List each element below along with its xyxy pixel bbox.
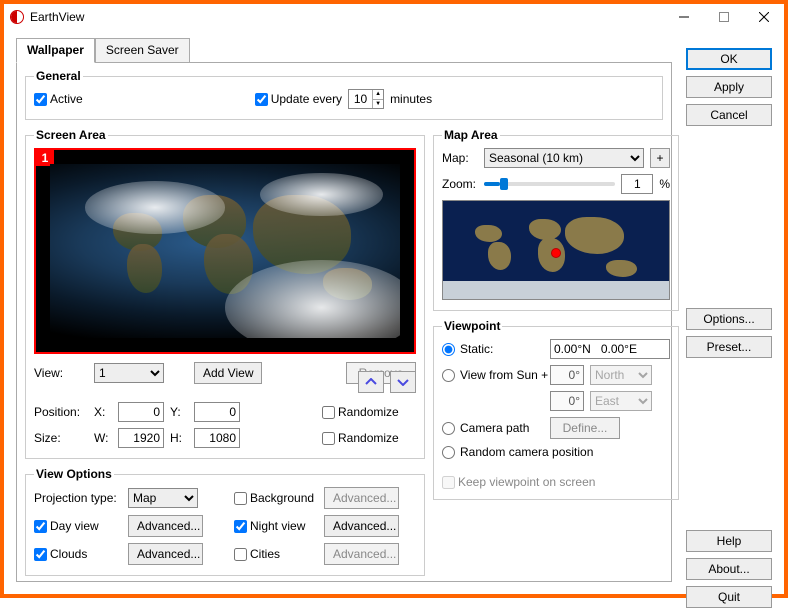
map-area-legend: Map Area	[442, 128, 500, 142]
unit-label: minutes	[390, 92, 432, 106]
group-screen-area: Screen Area 1	[25, 128, 425, 459]
clouds-advanced-button[interactable]: Advanced...	[128, 543, 203, 565]
sun-dir2-select: East	[590, 391, 652, 411]
background-checkbox[interactable]: Background	[234, 491, 324, 505]
position-label: Position:	[34, 405, 94, 419]
group-map-area: Map Area Map: Seasonal (10 km) + Zoom: %	[433, 128, 679, 311]
define-button: Define...	[550, 417, 620, 439]
view-select[interactable]: 1	[94, 363, 164, 383]
clouds-checkbox[interactable]: Clouds	[34, 547, 128, 561]
about-button[interactable]: About...	[686, 558, 772, 580]
screen-preview[interactable]: 1	[34, 148, 416, 354]
update-every-checkbox[interactable]: Update every	[255, 92, 342, 106]
zoom-label: Zoom:	[442, 177, 478, 191]
minimize-button[interactable]	[664, 4, 704, 30]
interval-spin-down-icon[interactable]: ▼	[373, 99, 383, 109]
w-label: W:	[94, 431, 118, 445]
move-up-button[interactable]	[358, 371, 384, 393]
background-advanced-button: Advanced...	[324, 487, 399, 509]
zoom-unit: %	[659, 177, 670, 191]
general-legend: General	[34, 69, 83, 83]
group-view-options: View Options Projection type: Map Backgr…	[25, 467, 425, 576]
day-advanced-button[interactable]: Advanced...	[128, 515, 203, 537]
zoom-input[interactable]	[621, 174, 653, 194]
map-add-button[interactable]: +	[650, 148, 670, 168]
app-icon	[10, 10, 24, 24]
map-label: Map:	[442, 151, 478, 165]
night-advanced-button[interactable]: Advanced...	[324, 515, 399, 537]
random-label: Random camera position	[460, 445, 670, 459]
size-randomize-checkbox[interactable]: Randomize	[322, 431, 416, 445]
viewpoint-legend: Viewpoint	[442, 319, 502, 333]
apply-button[interactable]: Apply	[686, 76, 772, 98]
static-label: Static:	[460, 342, 550, 356]
random-radio[interactable]	[442, 446, 460, 459]
add-view-button[interactable]: Add View	[194, 362, 262, 384]
screen-area-legend: Screen Area	[34, 128, 108, 142]
active-checkbox[interactable]: Active	[34, 92, 83, 106]
options-button[interactable]: Options...	[686, 308, 772, 330]
h-label: H:	[170, 431, 194, 445]
close-button[interactable]	[744, 4, 784, 30]
map-select[interactable]: Seasonal (10 km)	[484, 148, 644, 168]
camera-label: Camera path	[460, 421, 550, 435]
static-input[interactable]	[550, 339, 670, 359]
cities-advanced-button: Advanced...	[324, 543, 399, 565]
group-viewpoint: Viewpoint Static: View from Sun + North	[433, 319, 679, 500]
static-radio[interactable]	[442, 343, 460, 356]
x-input[interactable]	[118, 402, 164, 422]
projection-select[interactable]: Map	[128, 488, 198, 508]
sun-dir1-select: North	[590, 365, 652, 385]
view-options-legend: View Options	[34, 467, 114, 481]
ok-button[interactable]: OK	[686, 48, 772, 70]
size-label: Size:	[34, 431, 94, 445]
y-label: Y:	[170, 405, 194, 419]
day-view-checkbox[interactable]: Day view	[34, 519, 128, 533]
h-input[interactable]	[194, 428, 240, 448]
sun-radio[interactable]	[442, 369, 460, 382]
y-input[interactable]	[194, 402, 240, 422]
camera-radio[interactable]	[442, 422, 460, 435]
sun-deg2-input	[550, 391, 584, 411]
cities-checkbox[interactable]: Cities	[234, 547, 324, 561]
view-label: View:	[34, 366, 94, 380]
zoom-slider[interactable]	[484, 182, 615, 186]
move-down-button[interactable]	[390, 371, 416, 393]
tab-screen-saver[interactable]: Screen Saver	[95, 38, 190, 63]
position-randomize-checkbox[interactable]: Randomize	[322, 405, 416, 419]
tab-wallpaper[interactable]: Wallpaper	[16, 38, 95, 63]
w-input[interactable]	[118, 428, 164, 448]
minimap[interactable]	[442, 200, 670, 300]
interval-spin-up-icon[interactable]: ▲	[373, 90, 383, 99]
quit-button[interactable]: Quit	[686, 586, 772, 608]
sun-label: View from Sun +	[460, 368, 550, 382]
keep-viewpoint-checkbox: Keep viewpoint on screen	[442, 475, 670, 489]
x-label: X:	[94, 405, 118, 419]
sun-deg1-input	[550, 365, 584, 385]
projection-label: Projection type:	[34, 491, 128, 505]
help-button[interactable]: Help	[686, 530, 772, 552]
cancel-button[interactable]: Cancel	[686, 104, 772, 126]
group-general: General Active Update every ▲ ▼ minutes	[25, 69, 663, 120]
preset-button[interactable]: Preset...	[686, 336, 772, 358]
maximize-button[interactable]	[704, 4, 744, 30]
night-view-checkbox[interactable]: Night view	[234, 519, 324, 533]
window-title: EarthView	[30, 10, 664, 24]
earth-preview	[50, 164, 400, 338]
